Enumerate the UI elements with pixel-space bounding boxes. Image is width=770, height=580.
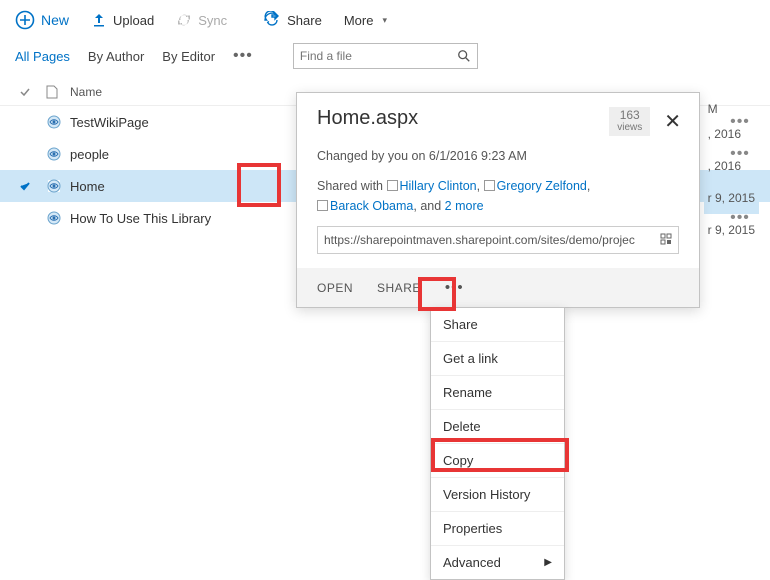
popup-title: Home.aspx	[317, 107, 418, 130]
tab-by-editor[interactable]: By Editor	[162, 49, 215, 64]
search-icon[interactable]	[457, 49, 471, 63]
share-button[interactable]: Share	[263, 11, 322, 29]
chevron-down-icon: ▾	[382, 15, 387, 26]
row-date: r 9, 2015	[708, 191, 755, 205]
url-input[interactable]	[318, 233, 654, 247]
row-date: , 2016	[708, 127, 741, 141]
shared-more-link[interactable]: 2 more	[445, 199, 484, 213]
share-icon	[263, 11, 281, 29]
changed-by-text: Changed by you on 6/1/2016 9:23 AM	[317, 146, 679, 166]
popup-share-button[interactable]: SHARE	[377, 281, 421, 295]
search-input[interactable]	[300, 49, 440, 63]
context-menu-item[interactable]: Rename	[431, 376, 564, 410]
page-icon	[46, 210, 70, 226]
row-checkbox[interactable]	[18, 179, 46, 193]
checkbox-icon[interactable]	[317, 200, 328, 211]
context-menu-item[interactable]: Copy	[431, 444, 564, 478]
embed-icon[interactable]	[654, 233, 678, 248]
modified-header-fragment: M	[708, 102, 718, 116]
shared-person-link[interactable]: Gregory Zelfond	[497, 179, 587, 193]
select-all-checkbox[interactable]	[18, 85, 46, 99]
context-menu-item[interactable]: Share	[431, 308, 564, 342]
context-menu-item[interactable]: Delete	[431, 410, 564, 444]
tabs-more-icon[interactable]: •••	[233, 48, 253, 64]
page-icon	[46, 146, 70, 162]
close-icon[interactable]: ✕	[660, 110, 685, 134]
url-field[interactable]	[317, 226, 679, 254]
item-preview-popup: Home.aspx 163 views ✕ Changed by you on …	[296, 92, 700, 308]
new-label: New	[41, 12, 69, 28]
context-menu-item[interactable]: Version History	[431, 478, 564, 512]
upload-icon	[91, 12, 107, 28]
upload-button[interactable]: Upload	[91, 12, 154, 28]
row-date: , 2016	[708, 159, 741, 173]
share-label: Share	[287, 13, 322, 28]
view-tabs: All Pages By Author By Editor •••	[0, 38, 770, 79]
more-label: More	[344, 13, 374, 28]
submenu-arrow-icon: ▶	[544, 557, 552, 568]
tab-all-pages[interactable]: All Pages	[15, 49, 70, 64]
shared-person-link[interactable]: Barack Obama	[330, 199, 413, 213]
context-menu-item[interactable]: Get a link	[431, 342, 564, 376]
checkbox-icon[interactable]	[484, 180, 495, 191]
row-date: r 9, 2015	[708, 223, 755, 237]
popup-more-button[interactable]: •••	[445, 280, 464, 295]
popup-open-button[interactable]: OPEN	[317, 281, 353, 295]
top-toolbar: New Upload Sync Share More ▾	[0, 0, 770, 38]
context-menu-item[interactable]: Advanced▶	[431, 546, 564, 579]
checkbox-icon[interactable]	[387, 180, 398, 191]
page-icon	[46, 178, 70, 194]
popup-action-bar: OPEN SHARE •••	[297, 268, 699, 307]
modified-column-fragments: M , 2016 , 2016 r 9, 2015 r 9, 2015	[708, 100, 755, 246]
context-menu: ShareGet a linkRenameDeleteCopyVersion H…	[430, 307, 565, 580]
page-icon	[46, 114, 70, 130]
sync-icon	[176, 12, 192, 28]
shared-person-link[interactable]: Hillary Clinton	[400, 179, 477, 193]
sync-label: Sync	[198, 13, 227, 28]
views-badge: 163 views	[609, 107, 650, 136]
upload-label: Upload	[113, 13, 154, 28]
tab-by-author[interactable]: By Author	[88, 49, 144, 64]
type-icon-header	[46, 85, 70, 99]
shared-with-text: Shared with Hillary Clinton, Gregory Zel…	[317, 176, 679, 216]
new-button[interactable]: New	[15, 10, 69, 30]
context-menu-item[interactable]: Properties	[431, 512, 564, 546]
plus-circle-icon	[15, 10, 35, 30]
search-box[interactable]	[293, 43, 478, 69]
sync-button[interactable]: Sync	[176, 12, 227, 28]
more-button[interactable]: More ▾	[344, 13, 387, 28]
